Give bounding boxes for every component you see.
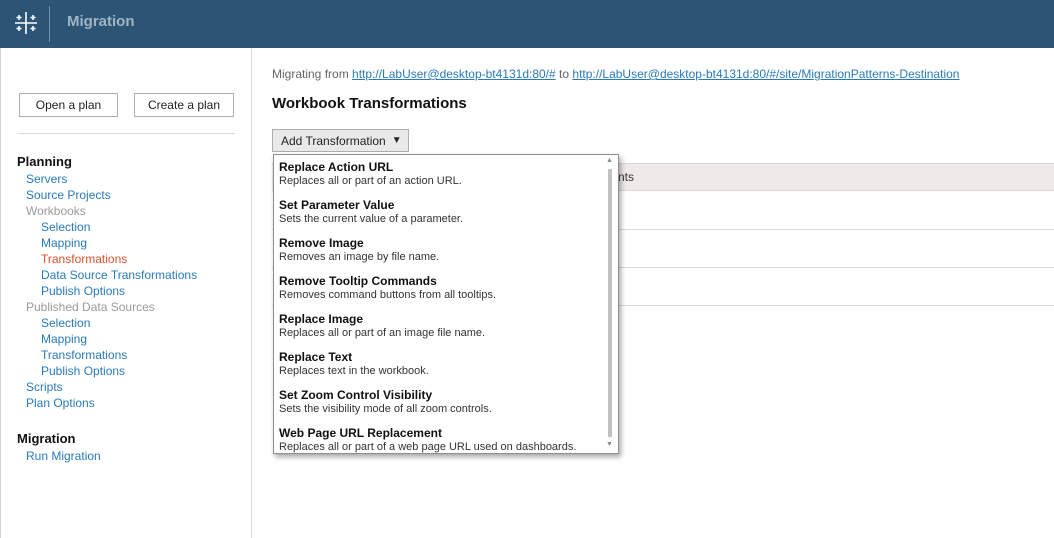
- destination-url-link[interactable]: http://LabUser@desktop-bt4131d:80/#/site…: [572, 67, 959, 81]
- dropdown-item-description: Replaces all or part of an image file na…: [279, 327, 486, 339]
- window-left-border: [0, 48, 1, 538]
- dropdown-item-title: Remove Tooltip Commands: [279, 274, 437, 288]
- dropdown-item-title: Replace Image: [279, 312, 364, 326]
- dropdown-item-description: Replaces text in the workbook.: [279, 365, 429, 377]
- scrollbar-thumb[interactable]: [608, 169, 612, 437]
- dropdown-item-description: Removes an image by file name.: [279, 251, 440, 263]
- dropdown-item-replace-text[interactable]: Replace Text Replaces text in the workbo…: [279, 350, 604, 378]
- app-header: Migration: [0, 0, 1054, 48]
- nav-workbooks-transformations[interactable]: Transformations: [41, 251, 127, 267]
- dropdown-item-description: Replaces all or part of a web page URL u…: [279, 441, 577, 453]
- dropdown-item-title: Replace Action URL: [279, 160, 394, 174]
- nav-run-migration[interactable]: Run Migration: [26, 448, 101, 464]
- nav-workbooks-selection[interactable]: Selection: [41, 219, 90, 235]
- migrating-from-label: Migrating from: [272, 67, 349, 81]
- nav-scripts[interactable]: Scripts: [26, 379, 63, 395]
- tableau-logo-icon: [15, 12, 37, 34]
- migration-heading: Migration: [17, 431, 76, 446]
- nav-data-sources-publish-options[interactable]: Publish Options: [41, 363, 125, 379]
- create-plan-button[interactable]: Create a plan: [134, 93, 234, 117]
- add-transformation-button[interactable]: Add Transformation ▼: [272, 129, 409, 152]
- dropdown-item-description: Replaces all or part of an action URL.: [279, 175, 462, 187]
- header-divider: [49, 6, 50, 42]
- dropdown-item-title: Web Page URL Replacement: [279, 426, 442, 440]
- add-transformation-dropdown: Replace Action URL Replaces all or part …: [273, 154, 619, 454]
- grid-header-text: nts: [618, 170, 635, 184]
- planning-heading: Planning: [17, 154, 72, 169]
- nav-servers[interactable]: Servers: [26, 171, 67, 187]
- chevron-down-icon: ▼: [391, 135, 402, 146]
- dropdown-item-title: Set Zoom Control Visibility: [279, 388, 433, 402]
- to-label: to: [559, 67, 570, 81]
- nav-data-sources-mapping[interactable]: Mapping: [41, 331, 87, 347]
- app-title: Migration: [67, 13, 135, 30]
- dropdown-item-web-page-url-replacement[interactable]: Web Page URL Replacement Replaces all or…: [279, 426, 604, 454]
- dropdown-item-title: Replace Text: [279, 350, 353, 364]
- dropdown-item-remove-tooltip-commands[interactable]: Remove Tooltip Commands Removes command …: [279, 274, 604, 302]
- dropdown-item-replace-image[interactable]: Replace Image Replaces all or part of an…: [279, 312, 604, 340]
- dropdown-item-description: Removes command buttons from all tooltip…: [279, 289, 497, 301]
- nav-data-sources-selection[interactable]: Selection: [41, 315, 90, 331]
- scroll-up-arrow-icon[interactable]: ▲: [606, 157, 613, 164]
- open-plan-button[interactable]: Open a plan: [19, 93, 118, 117]
- page-title: Workbook Transformations: [272, 95, 467, 112]
- dropdown-item-title: Set Parameter Value: [279, 198, 395, 212]
- dropdown-item-remove-image[interactable]: Remove Image Removes an image by file na…: [279, 236, 604, 264]
- scroll-down-arrow-icon[interactable]: ▼: [606, 441, 613, 448]
- dropdown-item-description: Sets the current value of a parameter.: [279, 213, 464, 225]
- dropdown-item-replace-action-url[interactable]: Replace Action URL Replaces all or part …: [279, 160, 604, 188]
- sidebar-divider: [251, 48, 252, 538]
- nav-source-projects[interactable]: Source Projects: [26, 187, 111, 203]
- dropdown-item-title: Remove Image: [279, 236, 364, 250]
- dropdown-scrollbar[interactable]: ▲ ▼: [605, 157, 615, 451]
- nav-plan-options[interactable]: Plan Options: [26, 395, 95, 411]
- migration-summary: Migrating from http://LabUser@desktop-bt…: [272, 67, 959, 81]
- nav-workbooks-publish-options[interactable]: Publish Options: [41, 283, 125, 299]
- nav-published-data-sources: Published Data Sources: [26, 300, 155, 314]
- source-url-link[interactable]: http://LabUser@desktop-bt4131d:80/#: [352, 67, 556, 81]
- nav-data-sources-transformations[interactable]: Transformations: [41, 347, 127, 363]
- dropdown-item-set-zoom-control-visibility[interactable]: Set Zoom Control Visibility Sets the vis…: [279, 388, 604, 416]
- nav-workbooks-data-source-transformations[interactable]: Data Source Transformations: [41, 267, 197, 283]
- add-transformation-label: Add Transformation: [281, 133, 386, 148]
- dropdown-item-set-parameter-value[interactable]: Set Parameter Value Sets the current val…: [279, 198, 604, 226]
- nav-workbooks: Workbooks: [26, 204, 86, 218]
- nav-workbooks-mapping[interactable]: Mapping: [41, 235, 87, 251]
- sidebar-separator: [18, 133, 235, 134]
- dropdown-item-description: Sets the visibility mode of all zoom con…: [279, 403, 492, 415]
